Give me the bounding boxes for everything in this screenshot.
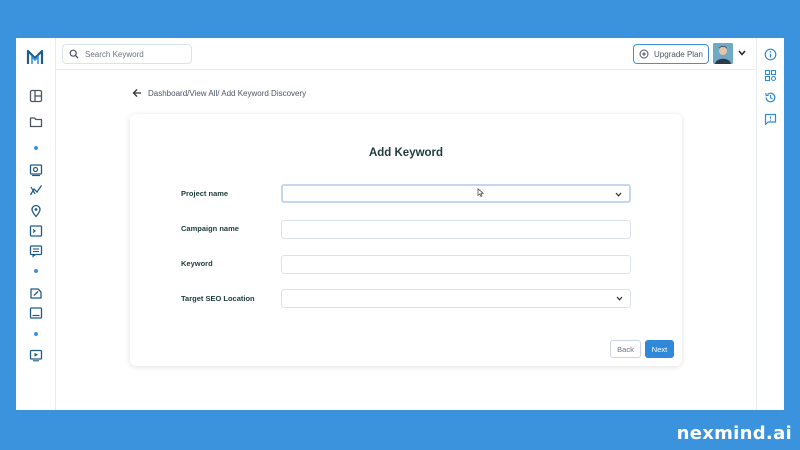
target-seo-location-label: Target SEO Location xyxy=(181,294,255,303)
back-arrow-icon[interactable] xyxy=(132,88,142,98)
video-play-icon[interactable] xyxy=(29,348,43,362)
campaign-name-label: Campaign name xyxy=(181,224,239,233)
avatar[interactable] xyxy=(713,43,733,64)
location-pin-icon[interactable] xyxy=(29,204,43,218)
breadcrumb-text[interactable]: Dashboard/View All/ Add Keyword Discover… xyxy=(148,89,306,98)
search-input[interactable] xyxy=(85,49,180,59)
history-icon[interactable] xyxy=(764,91,777,104)
next-button[interactable]: Next xyxy=(645,340,674,358)
keyword-field[interactable] xyxy=(281,255,631,274)
left-sidebar xyxy=(16,38,56,410)
logo-icon[interactable] xyxy=(26,48,44,66)
breadcrumb: Dashboard/View All/ Add Keyword Discover… xyxy=(132,88,306,98)
chevron-down-icon xyxy=(616,296,623,301)
feedback-icon[interactable] xyxy=(764,113,777,126)
app-window: Upgrade Plan xyxy=(16,38,784,410)
section-divider-dot xyxy=(34,332,38,336)
apps-icon[interactable] xyxy=(764,69,777,82)
search-icon xyxy=(69,49,79,59)
add-keyword-card: Add Keyword Project name Campaign name K… xyxy=(130,114,682,366)
chevron-down-icon[interactable] xyxy=(738,50,746,56)
image-search-icon[interactable] xyxy=(29,163,43,177)
campaign-name-field[interactable] xyxy=(281,220,631,239)
mouse-cursor-icon xyxy=(477,188,484,197)
target-seo-location-select[interactable] xyxy=(281,289,631,308)
section-divider-dot xyxy=(34,146,38,150)
page-title: Add Keyword xyxy=(368,147,444,159)
top-bar: Upgrade Plan xyxy=(56,38,756,70)
upgrade-plan-label: Upgrade Plan xyxy=(654,49,703,59)
brand-watermark: nexmind.ai xyxy=(676,423,792,444)
terminal-icon[interactable] xyxy=(29,224,43,238)
keyword-label: Keyword xyxy=(181,259,213,268)
section-divider-dot xyxy=(34,269,38,273)
project-name-select[interactable] xyxy=(281,184,631,203)
project-name-label: Project name xyxy=(181,189,229,198)
upgrade-plan-button[interactable]: Upgrade Plan xyxy=(633,44,709,64)
right-sidebar xyxy=(756,38,784,410)
avatar-image-icon xyxy=(713,43,733,64)
info-icon[interactable] xyxy=(764,48,777,61)
chart-line-icon[interactable] xyxy=(29,183,43,197)
doc-edit-icon[interactable] xyxy=(29,286,43,300)
message-icon[interactable] xyxy=(29,244,43,258)
image-icon[interactable] xyxy=(29,306,43,320)
layout-icon[interactable] xyxy=(29,89,43,103)
chevron-down-icon xyxy=(615,192,622,197)
back-button[interactable]: Back xyxy=(610,340,641,358)
folder-icon[interactable] xyxy=(29,115,43,129)
search-box[interactable] xyxy=(62,44,192,64)
plus-circle-icon xyxy=(639,49,649,59)
